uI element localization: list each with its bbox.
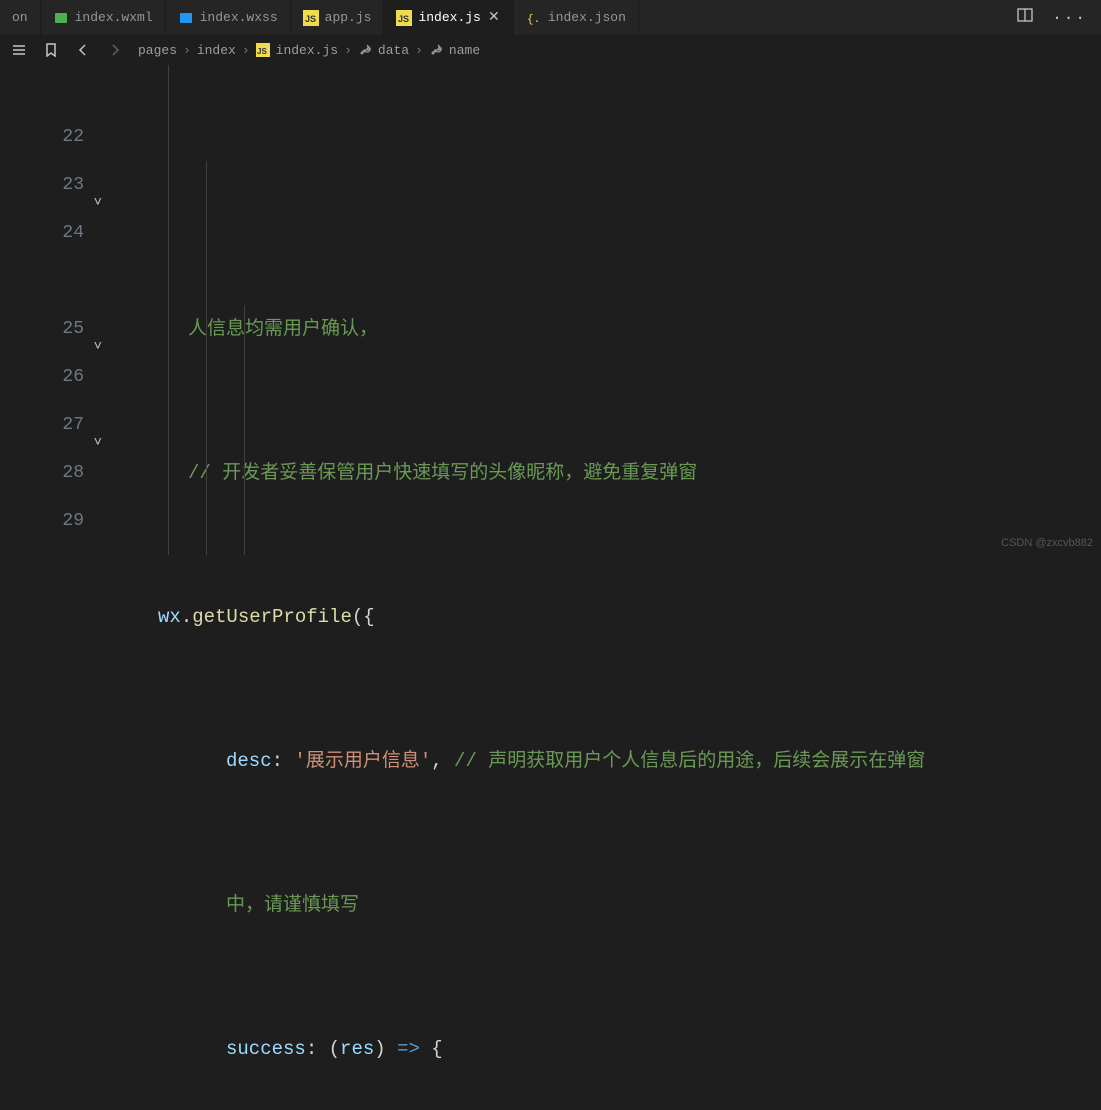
tab-label: app.js (325, 10, 372, 25)
fold-icon[interactable] (88, 322, 102, 336)
editor-left-stub (0, 65, 16, 555)
tab-label: index.js (418, 10, 480, 25)
code-line[interactable]: success: (res) => { (118, 1025, 1101, 1073)
line-number: 22 (16, 113, 84, 161)
line-number (16, 65, 84, 113)
fold-icon[interactable] (88, 418, 102, 432)
wrench-icon (429, 43, 443, 57)
js-file-icon: JS (303, 10, 319, 26)
tab-app-js[interactable]: JS app.js (291, 0, 385, 35)
tab-label: index.json (548, 10, 626, 25)
breadcrumb-item[interactable]: data (378, 43, 409, 58)
breadcrumb-sep: › (242, 43, 250, 58)
breadcrumb-item[interactable]: name (449, 43, 480, 58)
wxml-file-icon (53, 10, 69, 26)
tab-index-wxss[interactable]: index.wxss (166, 0, 291, 35)
line-number-gutter: 22 23 24 25 26 27 28 29 (16, 65, 106, 555)
fold-icon[interactable] (88, 178, 102, 192)
breadcrumb-sep: › (415, 43, 423, 58)
line-number: 25 (16, 305, 84, 353)
wrench-icon (358, 43, 372, 57)
watermark: CSDN @zxcvb882 (1001, 537, 1093, 549)
code-line[interactable]: desc: '展示用户信息', // 声明获取用户个人信息后的用途，后续会展示在… (118, 737, 1101, 785)
tab-index-js[interactable]: JS index.js ✕ (384, 0, 513, 35)
line-number: 26 (16, 353, 84, 401)
back-arrow-icon[interactable] (74, 41, 92, 59)
tab-bar: on index.wxml index.wxss JS app.js JS in… (0, 0, 1101, 35)
tab-label: on (12, 10, 28, 25)
tab-partial[interactable]: on (0, 0, 41, 35)
line-number: 24 (16, 209, 84, 257)
line-number: 28 (16, 449, 84, 497)
tab-label: index.wxss (200, 10, 278, 25)
breadcrumb[interactable]: pages › index › JS index.js › data › nam… (138, 43, 480, 58)
json-file-icon: {..} (526, 10, 542, 26)
breadcrumb-item[interactable]: pages (138, 43, 177, 58)
tab-label: index.wxml (75, 10, 153, 25)
breadcrumb-item[interactable]: index (197, 43, 236, 58)
bookmark-icon[interactable] (42, 41, 60, 59)
wxss-file-icon (178, 10, 194, 26)
svg-text:{..}: {..} (527, 14, 542, 26)
line-number: 29 (16, 497, 84, 545)
tab-index-json[interactable]: {..} index.json (514, 0, 639, 35)
breadcrumb-sep: › (344, 43, 352, 58)
svg-text:JS: JS (398, 14, 409, 24)
forward-arrow-icon[interactable] (106, 41, 124, 59)
list-icon[interactable] (10, 41, 28, 59)
code-line[interactable]: 人信息均需用户确认， (118, 305, 1101, 353)
tab-index-wxml[interactable]: index.wxml (41, 0, 166, 35)
more-actions-icon[interactable]: ··· (1052, 9, 1087, 27)
js-file-icon: JS (256, 43, 270, 57)
breadcrumb-item[interactable]: index.js (276, 43, 338, 58)
split-editor-icon[interactable] (1016, 6, 1034, 30)
code-line[interactable]: wx.getUserProfile({ (118, 593, 1101, 641)
line-number: 23 (16, 161, 84, 209)
line-number: 27 (16, 401, 84, 449)
svg-text:JS: JS (305, 14, 316, 24)
toolbar: pages › index › JS index.js › data › nam… (0, 35, 1101, 65)
code-area[interactable]: 人信息均需用户确认， // 开发者妥善保管用户快速填写的头像昵称，避免重复弹窗 … (106, 65, 1101, 555)
close-tab-icon[interactable]: ✕ (487, 11, 501, 25)
tabbar-actions: ··· (1002, 0, 1101, 35)
code-line[interactable]: 中，请谨慎填写 (118, 881, 1101, 929)
svg-text:JS: JS (257, 47, 267, 56)
code-line[interactable]: // 开发者妥善保管用户快速填写的头像昵称，避免重复弹窗 (118, 449, 1101, 497)
editor: 22 23 24 25 26 27 28 29 人信息均需用户确认， // 开发… (0, 65, 1101, 555)
breadcrumb-sep: › (183, 43, 191, 58)
js-file-icon: JS (396, 10, 412, 26)
line-number (16, 257, 84, 305)
